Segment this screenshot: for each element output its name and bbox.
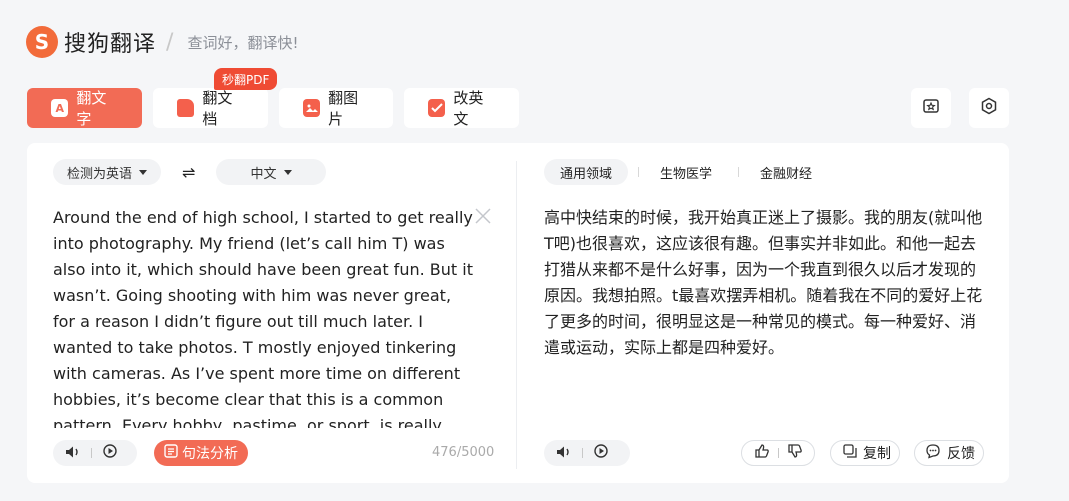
chevron-down-icon	[283, 169, 292, 175]
domain-tab-general[interactable]: 通用领域	[544, 159, 629, 185]
control-separator	[91, 448, 92, 458]
panel-divider	[516, 161, 517, 469]
feedback-label: 反馈	[947, 446, 975, 462]
copy-label: 复制	[863, 446, 891, 462]
tab-translate-text[interactable]: A 翻文字	[27, 88, 142, 128]
rating-buttons	[741, 440, 815, 466]
tab-translate-image[interactable]: 翻图片	[279, 88, 393, 128]
target-audio-controls	[544, 440, 630, 466]
domain-separator	[738, 167, 739, 177]
edit-check-icon	[428, 99, 446, 117]
tab-label: 改英文	[453, 89, 484, 128]
chevron-down-icon	[139, 169, 147, 175]
source-language-select[interactable]: 检测为英语	[53, 159, 161, 185]
feedback-icon	[925, 443, 941, 463]
translation-card: 检测为英语 ⇌ 中文 Around the end of high school…	[27, 143, 1009, 483]
char-count: 476/5000	[432, 445, 495, 460]
speaker-icon[interactable]	[65, 444, 81, 463]
favorites-icon	[922, 97, 940, 119]
translation-output: 高中快结束的时候，我开始真正迷上了摄影。我的朋友(就叫他T吧)也很喜欢，这应该很…	[544, 208, 983, 357]
syntax-analysis-label: 句法分析	[182, 446, 238, 462]
source-text-input[interactable]: Around the end of high school, I started…	[53, 205, 473, 428]
header-divider: /	[166, 29, 174, 55]
domain-tab-biomedical[interactable]: 生物医学	[660, 159, 712, 185]
thumbs-up-icon[interactable]	[754, 443, 770, 463]
settings-icon	[980, 97, 998, 119]
replay-icon[interactable]	[102, 443, 118, 463]
settings-button[interactable]	[969, 88, 1009, 128]
replay-icon[interactable]	[593, 443, 609, 463]
tab-translate-document[interactable]: 翻文档	[153, 88, 268, 128]
source-audio-controls	[53, 440, 137, 466]
speaker-icon[interactable]	[556, 444, 572, 463]
feedback-button[interactable]: 反馈	[914, 440, 984, 466]
copy-icon	[843, 444, 857, 462]
slogan: 查词好，翻译快!	[187, 33, 299, 52]
header: S 搜狗翻译 / 查词好，翻译快!	[26, 24, 298, 60]
thumbs-down-icon[interactable]	[787, 443, 803, 463]
app-name[interactable]: 搜狗翻译	[64, 26, 156, 58]
syntax-analysis-button[interactable]: 句法分析	[154, 440, 248, 466]
text-translate-icon: A	[51, 99, 69, 117]
control-separator	[777, 448, 779, 458]
analysis-icon	[164, 444, 178, 462]
tab-label: 翻文字	[76, 89, 107, 128]
source-language-label: 检测为英语	[66, 166, 132, 182]
mode-tabs: A 翻文字 翻文档 翻图片 改英文	[27, 88, 519, 128]
pdf-badge[interactable]: 秒翻PDF	[214, 68, 278, 90]
clear-icon[interactable]	[474, 207, 492, 225]
tab-correct-english[interactable]: 改英文	[404, 88, 519, 128]
target-language-label: 中文	[250, 166, 277, 182]
sogou-logo-icon[interactable]: S	[26, 26, 58, 58]
control-separator	[582, 448, 583, 458]
target-language-select[interactable]: 中文	[216, 159, 326, 185]
favorites-button[interactable]	[911, 88, 951, 128]
document-icon	[177, 99, 195, 117]
domain-separator	[638, 167, 639, 177]
domain-tab-finance[interactable]: 金融财经	[760, 159, 812, 185]
tab-label: 翻文档	[202, 89, 233, 128]
copy-button[interactable]: 复制	[830, 440, 900, 466]
swap-languages-icon[interactable]: ⇌	[182, 163, 195, 182]
tab-label: 翻图片	[328, 89, 359, 128]
image-icon	[303, 99, 321, 117]
